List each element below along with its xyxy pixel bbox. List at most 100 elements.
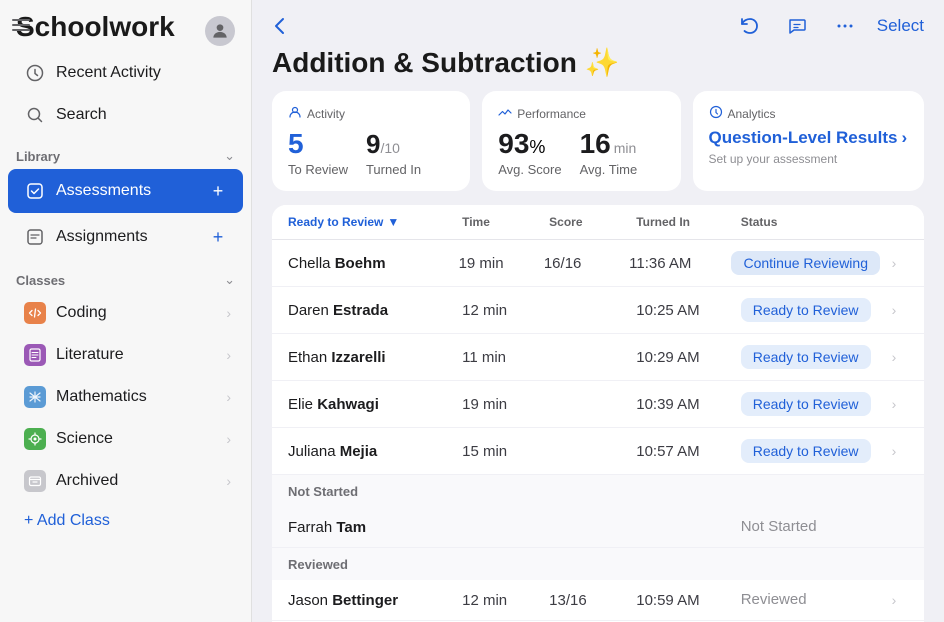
recent-activity-label: Recent Activity — [56, 64, 161, 82]
stats-cards-row: Activity 5 To Review 9/10 Turned In — [252, 91, 944, 205]
add-assignment-button[interactable]: + — [205, 224, 231, 250]
performance-card: Performance 93% Avg. Score 16min Avg. Ti… — [482, 91, 680, 191]
science-label: Science — [56, 430, 216, 448]
table-row[interactable]: Farrah Tam Not Started — [272, 507, 924, 548]
to-review-stat: 5 To Review — [288, 128, 348, 177]
sidebar-item-literature[interactable]: Literature › — [8, 335, 243, 375]
back-button[interactable] — [264, 10, 296, 42]
status-cell: Ready to Review — [741, 345, 880, 369]
undo-button[interactable] — [733, 10, 765, 42]
page-title: Addition & Subtraction ✨ — [252, 42, 944, 91]
assignments-icon — [24, 226, 46, 248]
add-class-button[interactable]: + Add Class — [8, 503, 243, 539]
activity-icon — [288, 105, 302, 122]
mathematics-label: Mathematics — [56, 388, 216, 406]
topbar-left — [264, 10, 296, 42]
status-cell: Ready to Review — [741, 439, 880, 463]
performance-icon — [498, 105, 512, 122]
question-level-results-link[interactable]: Question-Level Results › — [709, 128, 909, 148]
score-cell: 16/16 — [544, 255, 629, 272]
turned-in-cell: 10:57 AM — [636, 443, 740, 460]
reviewed-label: Reviewed — [288, 557, 348, 572]
library-chevron-icon: ⌄ — [224, 148, 235, 164]
mathematics-chevron-icon: › — [226, 389, 231, 405]
status-cell: Continue Reviewing — [731, 251, 880, 275]
main-content: Select Addition & Subtraction ✨ Activity… — [252, 0, 944, 622]
sidebar-toggle-icon[interactable] — [10, 14, 32, 41]
select-button[interactable]: Select — [877, 16, 924, 36]
library-section-header: Library ⌄ — [0, 136, 251, 168]
status-badge: Continue Reviewing — [731, 251, 880, 275]
assignments-label: Assignments — [56, 228, 195, 246]
science-chevron-icon: › — [226, 431, 231, 447]
avg-score-stat: 93% Avg. Score — [498, 128, 561, 177]
analytics-chevron-icon: › — [901, 128, 907, 148]
activity-card: Activity 5 To Review 9/10 Turned In — [272, 91, 470, 191]
sidebar-item-recent-activity[interactable]: Recent Activity — [8, 53, 243, 93]
time-cell: 12 min — [462, 302, 549, 319]
status-cell: Reviewed — [741, 591, 880, 609]
table-row[interactable]: Ethan Izzarelli 11 min 10:29 AM Ready to… — [272, 334, 924, 381]
table-header-row: Ready to Review ▼ Time Score Turned In S… — [272, 205, 924, 240]
assessments-label: Assessments — [56, 182, 195, 200]
literature-chevron-icon: › — [226, 347, 231, 363]
time-cell: 19 min — [459, 255, 544, 272]
clock-icon — [24, 62, 46, 84]
archived-icon — [24, 470, 46, 492]
mathematics-icon — [24, 386, 46, 408]
time-cell: 12 min — [462, 592, 549, 609]
turned-in-cell: 10:59 AM — [636, 592, 740, 609]
row-chevron-icon: › — [880, 349, 908, 365]
literature-label: Literature — [56, 346, 216, 364]
table-row[interactable]: Jason Bettinger 12 min 13/16 10:59 AM Re… — [272, 580, 924, 621]
sidebar: Schoolwork Recent Activity Search Librar… — [0, 0, 252, 622]
student-name: Farrah Tam — [288, 519, 462, 536]
speech-bubble-button[interactable] — [781, 10, 813, 42]
col-header-name[interactable]: Ready to Review ▼ — [288, 215, 462, 229]
turned-in-cell: 11:36 AM — [629, 255, 731, 272]
table-row[interactable]: Elie Kahwagi 19 min 10:39 AM Ready to Re… — [272, 381, 924, 428]
status-badge: Ready to Review — [741, 298, 871, 322]
sidebar-item-mathematics[interactable]: Mathematics › — [8, 377, 243, 417]
performance-stats: 93% Avg. Score 16min Avg. Time — [498, 128, 664, 177]
avg-time-stat: 16min Avg. Time — [580, 128, 638, 177]
sidebar-item-assessments[interactable]: Assessments + — [8, 169, 243, 213]
sidebar-item-science[interactable]: Science › — [8, 419, 243, 459]
row-chevron-icon: › — [880, 396, 908, 412]
row-chevron-icon: › — [880, 255, 908, 271]
turned-in-cell: 10:39 AM — [636, 396, 740, 413]
sidebar-item-archived[interactable]: Archived › — [8, 461, 243, 501]
table-row[interactable]: Daren Estrada 12 min 10:25 AM Ready to R… — [272, 287, 924, 334]
search-icon — [24, 104, 46, 126]
row-chevron-icon: › — [880, 443, 908, 459]
not-started-status: Not Started — [741, 518, 817, 535]
status-badge: Ready to Review — [741, 392, 871, 416]
col-header-status: Status — [741, 215, 880, 229]
coding-chevron-icon: › — [226, 305, 231, 321]
add-assessment-button[interactable]: + — [205, 178, 231, 204]
analytics-card-label: Analytics — [709, 105, 909, 122]
sidebar-item-search[interactable]: Search — [8, 95, 243, 135]
more-button[interactable] — [829, 10, 861, 42]
performance-card-label: Performance — [498, 105, 664, 122]
avatar[interactable] — [205, 16, 235, 46]
activity-stats: 5 To Review 9/10 Turned In — [288, 128, 454, 177]
sidebar-item-coding[interactable]: Coding › — [8, 293, 243, 333]
topbar: Select — [252, 0, 944, 42]
turned-in-stat: 9/10 Turned In — [366, 129, 421, 177]
library-section-title: Library — [16, 149, 60, 164]
time-cell: 19 min — [462, 396, 549, 413]
table-row[interactable]: Chella Boehm 19 min 16/16 11:36 AM Conti… — [272, 240, 924, 287]
app-title: Schoolwork — [16, 12, 175, 43]
status-cell: Not Started — [741, 518, 880, 536]
classes-section-title: Classes — [16, 273, 65, 288]
turned-in-cell: 10:25 AM — [636, 302, 740, 319]
coding-label: Coding — [56, 304, 216, 322]
status-badge: Ready to Review — [741, 439, 871, 463]
sidebar-item-assignments[interactable]: Assignments + — [8, 215, 243, 259]
reviewed-status: Reviewed — [741, 591, 807, 608]
analytics-clock-icon — [709, 105, 723, 122]
analytics-card: Analytics Question-Level Results › Set u… — [693, 91, 925, 191]
table-row[interactable]: Juliana Mejia 15 min 10:57 AM Ready to R… — [272, 428, 924, 475]
time-cell: 15 min — [462, 443, 549, 460]
